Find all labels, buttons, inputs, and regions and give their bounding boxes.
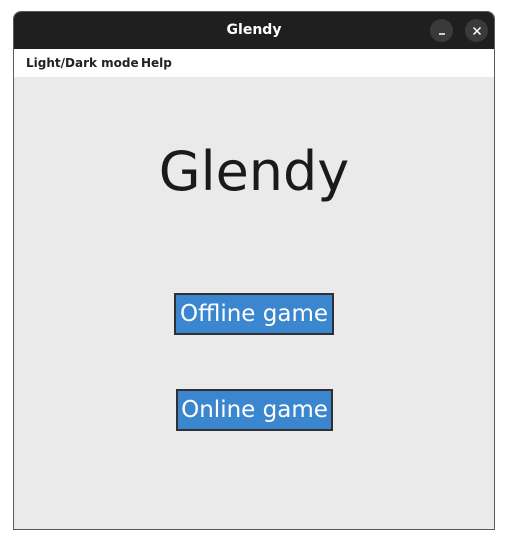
window-title: Glendy <box>226 22 282 38</box>
minimize-icon <box>437 26 447 36</box>
title-bar[interactable]: Glendy <box>14 12 494 49</box>
minimize-button[interactable] <box>430 19 453 42</box>
offline-game-button[interactable]: Offline game <box>174 293 334 335</box>
menu-light-dark-mode[interactable]: Light/Dark mode <box>26 49 139 77</box>
app-window: Glendy Light/Dark mode Help Glendy Offli… <box>13 11 495 530</box>
online-game-button[interactable]: Online game <box>176 389 333 431</box>
close-icon <box>472 26 482 36</box>
main-content: Glendy Offline game Online game <box>14 77 494 529</box>
menu-help[interactable]: Help <box>141 49 172 77</box>
menu-bar: Light/Dark mode Help <box>14 49 494 77</box>
close-button[interactable] <box>465 19 488 42</box>
app-title: Glendy <box>158 140 350 203</box>
